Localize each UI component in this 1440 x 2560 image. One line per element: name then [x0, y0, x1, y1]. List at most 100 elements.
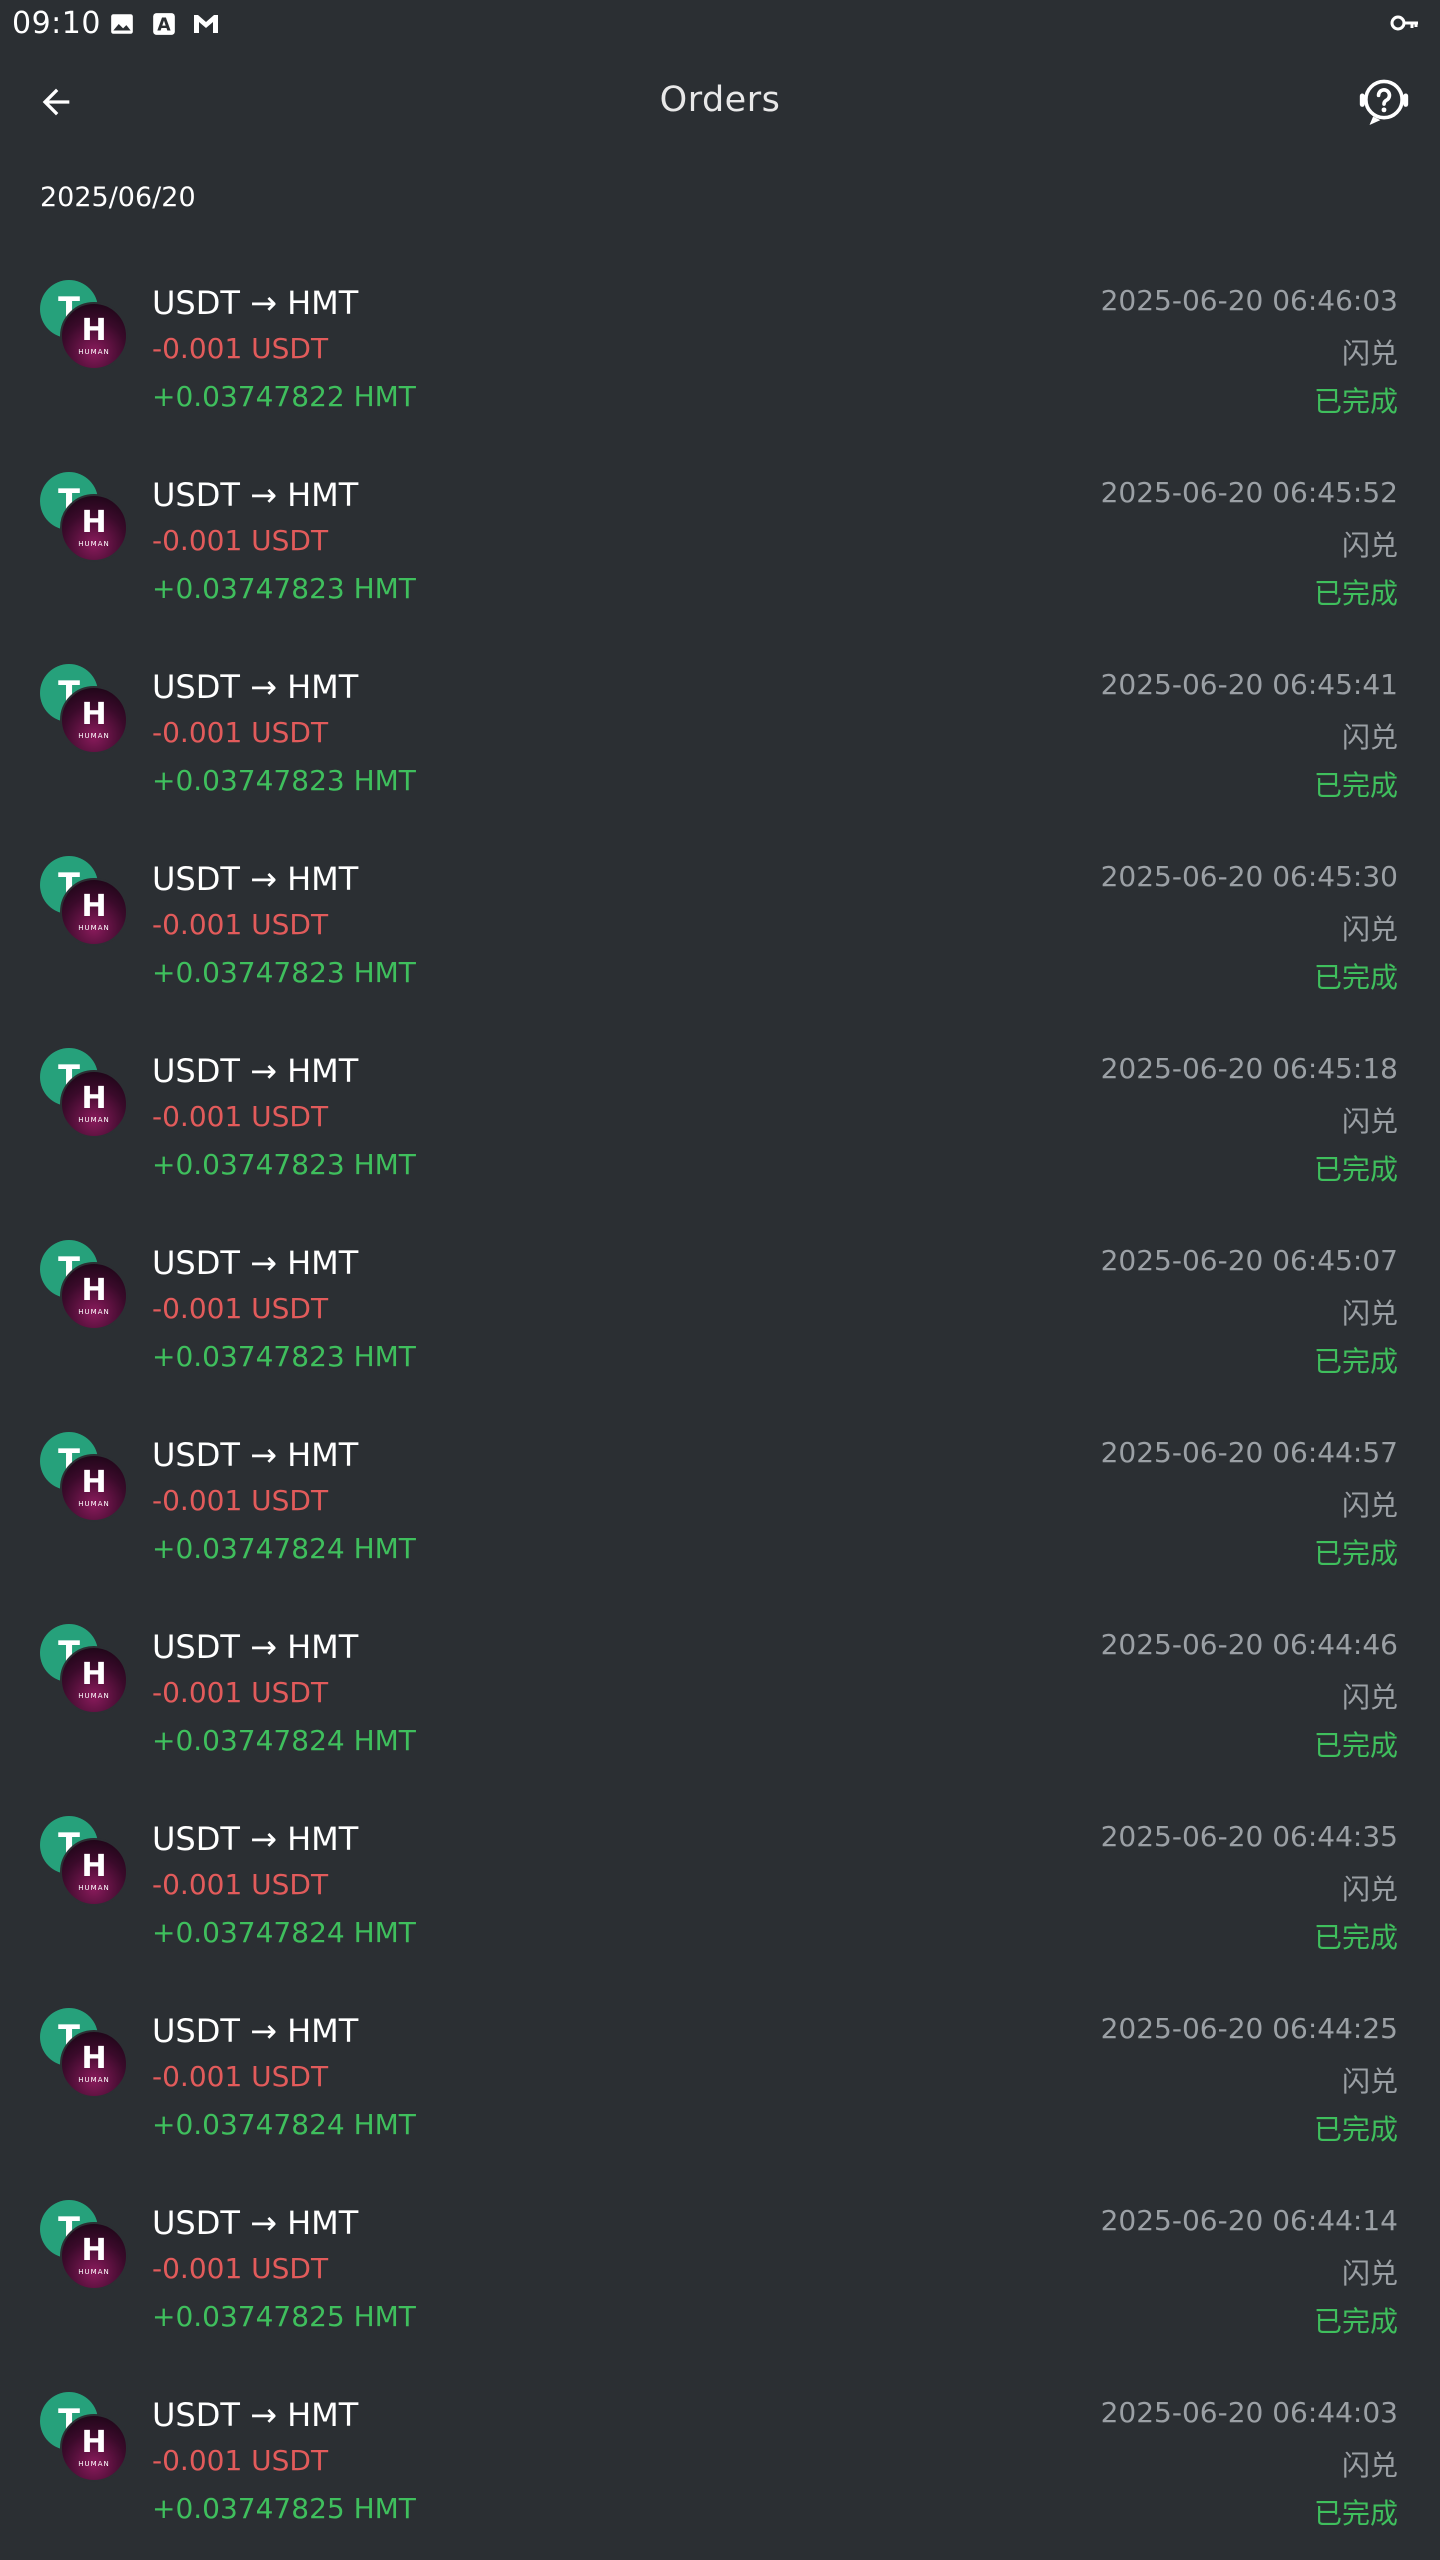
order-credit-amount: +0.03747823 HMT: [152, 764, 416, 797]
hmt-glyph: H: [81, 1849, 107, 1884]
order-debit-amount: -0.001 USDT: [152, 332, 329, 365]
orders-list-content: T H HUMAN USDT → HMT -0.001 USDT +0.0374…: [0, 228, 1440, 2544]
order-type: 闪兑: [1341, 2449, 1398, 2482]
token-pair-icons: T H HUMAN: [40, 2200, 136, 2296]
svg-text:A: A: [157, 16, 171, 36]
hmt-caption: HUMAN: [78, 1308, 110, 1316]
order-credit-amount: +0.03747822 HMT: [152, 380, 416, 413]
hmt-caption: HUMAN: [78, 348, 110, 356]
order-debit-amount: -0.001 USDT: [152, 1484, 329, 1517]
order-type: 闪兑: [1341, 337, 1398, 370]
order-credit-amount: +0.03747824 HMT: [152, 1532, 416, 1565]
order-debit-amount: -0.001 USDT: [152, 2060, 329, 2093]
order-credit-amount: +0.03747824 HMT: [152, 1916, 416, 1949]
order-debit-amount: -0.001 USDT: [152, 524, 329, 557]
hmt-icon: H HUMAN: [60, 1454, 128, 1522]
order-status: 已完成: [1313, 769, 1398, 802]
order-status: 已完成: [1313, 1153, 1398, 1186]
orders-list[interactable]: T H HUMAN USDT → HMT -0.001 USDT +0.0374…: [0, 228, 1440, 2560]
hmt-glyph: H: [81, 1081, 107, 1116]
help-support-button[interactable]: [1354, 74, 1414, 134]
hmt-caption: HUMAN: [78, 1500, 110, 1508]
order-pair: USDT → HMT: [152, 1628, 359, 1666]
hmt-icon: H HUMAN: [60, 2222, 128, 2290]
order-row[interactable]: T H HUMAN USDT → HMT -0.001 USDT +0.0374…: [0, 2352, 1440, 2544]
order-row[interactable]: T H HUMAN USDT → HMT -0.001 USDT +0.0374…: [0, 816, 1440, 1008]
order-type: 闪兑: [1341, 913, 1398, 946]
hmt-icon: H HUMAN: [60, 1070, 128, 1138]
hmt-caption: HUMAN: [78, 540, 110, 548]
hmt-caption: HUMAN: [78, 924, 110, 932]
order-type: 闪兑: [1341, 1489, 1398, 1522]
token-pair-icons: T H HUMAN: [40, 664, 136, 760]
order-type: 闪兑: [1341, 1297, 1398, 1330]
order-row[interactable]: T H HUMAN USDT → HMT -0.001 USDT +0.0374…: [0, 1200, 1440, 1392]
token-pair-icons: T H HUMAN: [40, 1048, 136, 1144]
hmt-icon: H HUMAN: [60, 686, 128, 754]
order-credit-amount: +0.03747825 HMT: [152, 2492, 416, 2525]
order-type: 闪兑: [1341, 1681, 1398, 1714]
status-time: 09:10: [12, 6, 101, 41]
hmt-glyph: H: [81, 2041, 107, 2076]
order-timestamp: 2025-06-20 06:44:25: [1100, 2012, 1398, 2045]
order-pair: USDT → HMT: [152, 1820, 359, 1858]
order-pair: USDT → HMT: [152, 860, 359, 898]
order-status: 已完成: [1313, 961, 1398, 994]
hmt-icon: H HUMAN: [60, 1838, 128, 1906]
token-pair-icons: T H HUMAN: [40, 2008, 136, 2104]
status-bar: 09:10 A: [0, 0, 1440, 52]
order-row[interactable]: T H HUMAN USDT → HMT -0.001 USDT +0.0374…: [0, 1968, 1440, 2160]
order-timestamp: 2025-06-20 06:45:30: [1100, 860, 1398, 893]
order-row[interactable]: T H HUMAN USDT → HMT -0.001 USDT +0.0374…: [0, 2160, 1440, 2352]
order-row[interactable]: T H HUMAN USDT → HMT -0.001 USDT +0.0374…: [0, 1584, 1440, 1776]
order-debit-amount: -0.001 USDT: [152, 1100, 329, 1133]
order-timestamp: 2025-06-20 06:45:52: [1100, 476, 1398, 509]
order-type: 闪兑: [1341, 529, 1398, 562]
order-status: 已完成: [1313, 1345, 1398, 1378]
token-pair-icons: T H HUMAN: [40, 1816, 136, 1912]
order-row[interactable]: T H HUMAN USDT → HMT -0.001 USDT +0.0374…: [0, 1776, 1440, 1968]
order-credit-amount: +0.03747824 HMT: [152, 1724, 416, 1757]
order-timestamp: 2025-06-20 06:44:57: [1100, 1436, 1398, 1469]
token-pair-icons: T H HUMAN: [40, 1432, 136, 1528]
hmt-glyph: H: [81, 505, 107, 540]
token-pair-icons: T H HUMAN: [40, 1240, 136, 1336]
order-debit-amount: -0.001 USDT: [152, 716, 329, 749]
token-pair-icons: T H HUMAN: [40, 472, 136, 568]
hmt-glyph: H: [81, 2425, 107, 2460]
order-row[interactable]: T H HUMAN USDT → HMT -0.001 USDT +0.0374…: [0, 624, 1440, 816]
hmt-caption: HUMAN: [78, 2268, 110, 2276]
order-debit-amount: -0.001 USDT: [152, 1868, 329, 1901]
order-type: 闪兑: [1341, 1873, 1398, 1906]
token-pair-icons: T H HUMAN: [40, 856, 136, 952]
hmt-caption: HUMAN: [78, 732, 110, 740]
order-timestamp: 2025-06-20 06:44:03: [1100, 2396, 1398, 2429]
order-timestamp: 2025-06-20 06:45:07: [1100, 1244, 1398, 1277]
order-status: 已完成: [1313, 577, 1398, 610]
order-row[interactable]: T H HUMAN USDT → HMT -0.001 USDT +0.0374…: [0, 240, 1440, 432]
order-credit-amount: +0.03747823 HMT: [152, 1340, 416, 1373]
order-debit-amount: -0.001 USDT: [152, 1292, 329, 1325]
order-row[interactable]: T H HUMAN USDT → HMT -0.001 USDT +0.0374…: [0, 1008, 1440, 1200]
order-status: 已完成: [1313, 1729, 1398, 1762]
help-support-icon: [1355, 73, 1413, 135]
order-timestamp: 2025-06-20 06:44:35: [1100, 1820, 1398, 1853]
order-debit-amount: -0.001 USDT: [152, 1676, 329, 1709]
hmt-glyph: H: [81, 1657, 107, 1692]
order-timestamp: 2025-06-20 06:45:41: [1100, 668, 1398, 701]
order-row[interactable]: T H HUMAN USDT → HMT -0.001 USDT +0.0374…: [0, 228, 1440, 240]
order-row[interactable]: T H HUMAN USDT → HMT -0.001 USDT +0.0374…: [0, 432, 1440, 624]
key-icon: [1390, 12, 1420, 38]
order-pair: USDT → HMT: [152, 2396, 359, 2434]
order-pair: USDT → HMT: [152, 668, 359, 706]
order-status: 已完成: [1313, 2113, 1398, 2146]
order-pair: USDT → HMT: [152, 284, 359, 322]
order-debit-amount: -0.001 USDT: [152, 2444, 329, 2477]
order-pair: USDT → HMT: [152, 2204, 359, 2242]
token-pair-icons: T H HUMAN: [40, 280, 136, 376]
order-credit-amount: +0.03747823 HMT: [152, 1148, 416, 1181]
order-status: 已完成: [1313, 385, 1398, 418]
font-icon: A: [150, 10, 178, 38]
order-row[interactable]: T H HUMAN USDT → HMT -0.001 USDT +0.0374…: [0, 1392, 1440, 1584]
order-credit-amount: +0.03747823 HMT: [152, 572, 416, 605]
